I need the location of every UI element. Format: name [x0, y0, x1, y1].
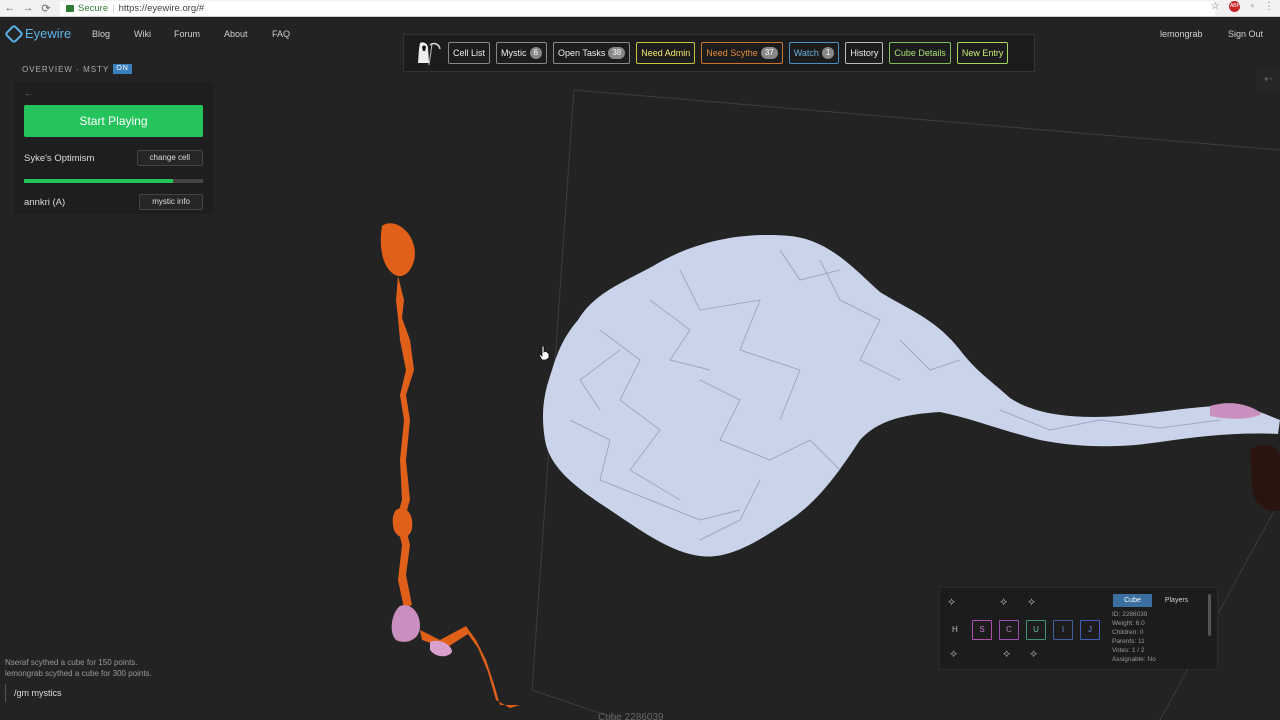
mystic-label: Mystic: [501, 48, 527, 58]
need-scythe-count-badge: 37: [760, 47, 778, 59]
mystic-button[interactable]: Mystic 6: [496, 42, 547, 64]
change-cell-button[interactable]: change cell: [136, 150, 203, 166]
hotkey-i-button[interactable]: I: [1053, 620, 1073, 640]
mystic-name: annkri (A): [24, 197, 66, 208]
star-icon[interactable]: ☆: [1210, 1, 1219, 12]
drop-icon: ⟡: [1003, 648, 1011, 660]
overview-panel: ← Start Playing Syke's Optimism change c…: [14, 82, 213, 214]
nav-link-about[interactable]: About: [224, 29, 248, 39]
overview-header: OVERVIEW · MSTY ON: [22, 64, 132, 74]
hotkey-u-button[interactable]: U: [1026, 620, 1046, 640]
watch-label: Watch: [793, 48, 819, 58]
hotkey-icon: ⟡: [948, 596, 956, 608]
adblock-icon[interactable]: ABP: [1229, 1, 1241, 12]
hotkey-s-button[interactable]: S: [972, 620, 992, 640]
cube-info-panel: ⟡ ⟡ ⟡ H S C U I J ⟡ ⟡ ⟡ Cube Players ID:…: [939, 587, 1218, 670]
cell-progress-bar: [24, 179, 203, 183]
cell-list-button[interactable]: Cell List: [448, 42, 491, 64]
cube-id: ID: 2286039: [1112, 611, 1148, 618]
cube-assignable: Assignable: No: [1112, 656, 1156, 663]
hand-cursor-icon: [538, 346, 550, 360]
hotkey-h[interactable]: H: [952, 625, 958, 634]
cube-weight: Weight: 6.0: [1112, 620, 1145, 627]
cube-details-label: Cube Details: [894, 48, 946, 58]
nav-link-wiki[interactable]: Wiki: [134, 29, 151, 39]
overview-status-badge[interactable]: ON: [113, 64, 132, 74]
watch-count-badge: 1: [821, 47, 835, 59]
cube-children: Children: 0: [1112, 629, 1144, 636]
start-playing-button[interactable]: Start Playing: [24, 105, 203, 137]
back-icon[interactable]: ←: [2, 2, 18, 14]
info-scrollbar[interactable]: [1208, 594, 1211, 636]
cell-progress-fill: [24, 179, 173, 183]
tab-cube[interactable]: Cube: [1113, 594, 1152, 607]
hotkey-icon: ⟡: [1000, 596, 1008, 608]
secure-label: Secure: [78, 3, 109, 14]
chrome-actions: ☆ ABP ▫ ⋮: [1210, 1, 1274, 12]
extension-icon[interactable]: ▫: [1250, 1, 1254, 12]
open-tasks-count-badge: 38: [608, 47, 626, 59]
hotkey-icon: ⟡: [1028, 596, 1036, 608]
cube-footer-label: Cube 2286039: [598, 712, 664, 720]
mystic-info-button[interactable]: mystic info: [139, 194, 203, 210]
hotkey-j-button[interactable]: J: [1080, 620, 1100, 640]
drop-icon: ⟡: [1030, 648, 1038, 660]
cube-details-button[interactable]: Cube Details: [889, 42, 951, 64]
task-toolbar: Cell List Mystic 6 Open Tasks 38 Need Admi…: [403, 34, 1035, 72]
url-text: https://eyewire.org/#: [118, 3, 205, 14]
cell-list-label: Cell List: [453, 48, 486, 58]
sign-out-link[interactable]: Sign Out: [1228, 29, 1263, 39]
need-admin-label: Need Admin: [641, 48, 691, 58]
nav-link-faq[interactable]: FAQ: [272, 29, 290, 39]
hotkey-c-button[interactable]: C: [999, 620, 1019, 640]
menu-icon[interactable]: ⋮: [1264, 1, 1274, 12]
back-arrow-icon[interactable]: ←: [24, 88, 33, 98]
scythe-reaper-icon: [412, 39, 442, 67]
mystic-count-badge: 6: [529, 47, 542, 59]
need-admin-button[interactable]: Need Admin: [636, 42, 696, 64]
logo-icon: [4, 23, 24, 44]
new-entry-button[interactable]: New Entry: [956, 42, 1009, 64]
eyewire-logo[interactable]: Eyewire: [4, 23, 72, 44]
chat-input[interactable]: /gm mystics: [5, 684, 205, 702]
white-neuron-cell: [542, 235, 1280, 557]
address-bar[interactable]: Secure | https://eyewire.org/#: [60, 1, 1215, 16]
history-label: History: [850, 48, 879, 58]
collapse-arrow-icon[interactable]: ⇠: [1257, 70, 1280, 90]
forward-icon[interactable]: →: [20, 2, 36, 14]
browser-chrome: ← → ⟳ Secure | https://eyewire.org/# ☆ A…: [0, 0, 1280, 17]
need-scythe-button[interactable]: Need Scythe 37: [701, 42, 783, 64]
need-scythe-label: Need Scythe: [706, 48, 758, 58]
chat-message: lemongrab scythed a cube for 300 points.: [5, 669, 152, 678]
drop-icon: ⟡: [950, 648, 958, 660]
overview-title: OVERVIEW · MSTY: [22, 64, 110, 74]
new-entry-label: New Entry: [961, 48, 1004, 58]
cube-votes: Votes: 1 / 2: [1112, 647, 1145, 654]
logo-text: Eyewire: [25, 26, 72, 41]
open-tasks-label: Open Tasks: [557, 48, 606, 58]
nav-link-forum[interactable]: Forum: [174, 29, 200, 39]
username-link[interactable]: lemongrab: [1160, 29, 1203, 39]
watch-button[interactable]: Watch 1: [788, 42, 840, 64]
orange-neuron-segment: [380, 223, 520, 708]
separator: |: [112, 3, 115, 14]
cube-parents: Parents: 11: [1112, 638, 1145, 645]
chat-message: Nseraf scythed a cube for 150 points.: [5, 658, 138, 667]
cell-name: Syke's Optimism: [24, 153, 95, 164]
history-button[interactable]: History: [845, 42, 884, 64]
tab-players[interactable]: Players: [1157, 594, 1196, 607]
chat-log: Nseraf scythed a cube for 150 points. le…: [5, 657, 152, 679]
nav-link-blog[interactable]: Blog: [92, 29, 110, 39]
reload-icon[interactable]: ⟳: [38, 2, 54, 15]
open-tasks-button[interactable]: Open Tasks 38: [552, 42, 631, 64]
lock-icon: [66, 5, 74, 12]
